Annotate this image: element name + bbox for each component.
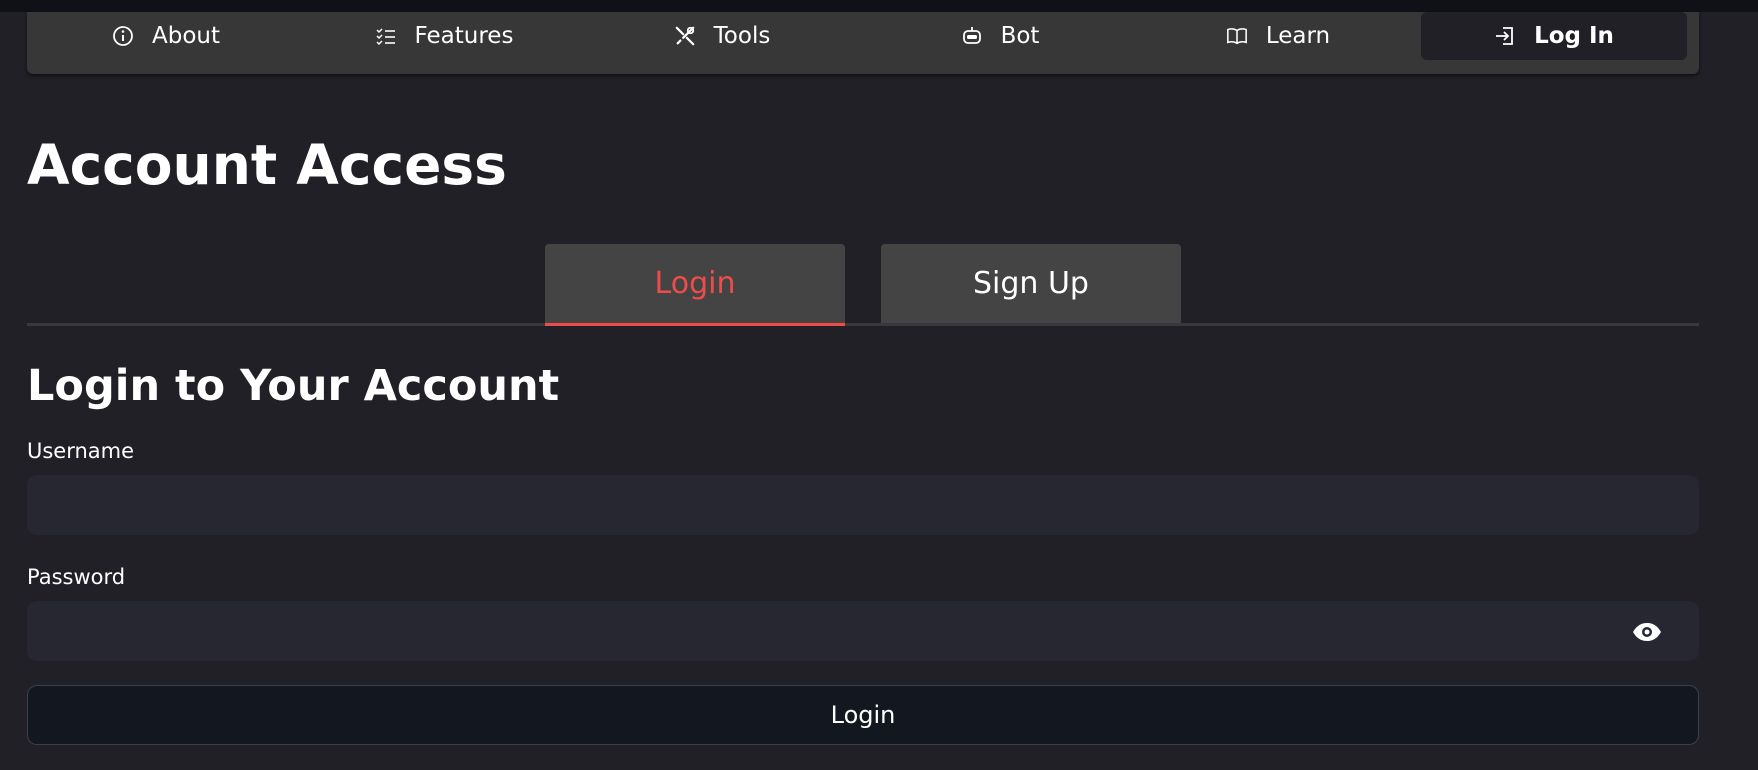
nav-item-login[interactable]: Log In	[1421, 12, 1687, 60]
nav-item-label: Bot	[1000, 23, 1040, 49]
top-navbar: About Features Tools Bot Learn Log In	[27, 12, 1699, 74]
nav-item-learn[interactable]: Learn	[1139, 12, 1417, 60]
nav-item-tools[interactable]: Tools	[583, 12, 861, 60]
tools-icon	[674, 25, 696, 47]
login-submit-button[interactable]: Login	[27, 685, 1699, 745]
username-label: Username	[27, 439, 135, 463]
login-icon	[1494, 25, 1516, 47]
page-title: Account Access	[27, 133, 507, 197]
nav-item-bot[interactable]: Bot	[861, 12, 1139, 60]
tab-signup[interactable]: Sign Up	[881, 244, 1181, 323]
password-label: Password	[27, 565, 126, 589]
nav-item-features[interactable]: Features	[305, 12, 583, 60]
nav-item-label: Tools	[713, 23, 771, 49]
username-input[interactable]	[27, 475, 1699, 535]
nav-item-about[interactable]: About	[27, 12, 305, 60]
nav-item-label: About	[151, 23, 220, 49]
nav-item-label: Log In	[1534, 23, 1614, 49]
nav-item-label: Features	[414, 23, 514, 49]
nav-item-label: Learn	[1265, 23, 1331, 49]
tab-login[interactable]: Login	[545, 244, 845, 326]
form-title: Login to Your Account	[27, 361, 560, 411]
book-icon	[1226, 25, 1248, 47]
auth-tabs: Login Sign Up	[27, 244, 1699, 326]
info-icon	[112, 25, 134, 47]
list-icon	[375, 25, 397, 47]
browser-top-strip	[0, 0, 1758, 12]
robot-icon	[961, 25, 983, 47]
show-password-icon[interactable]	[1632, 617, 1662, 647]
password-input[interactable]	[27, 601, 1699, 661]
